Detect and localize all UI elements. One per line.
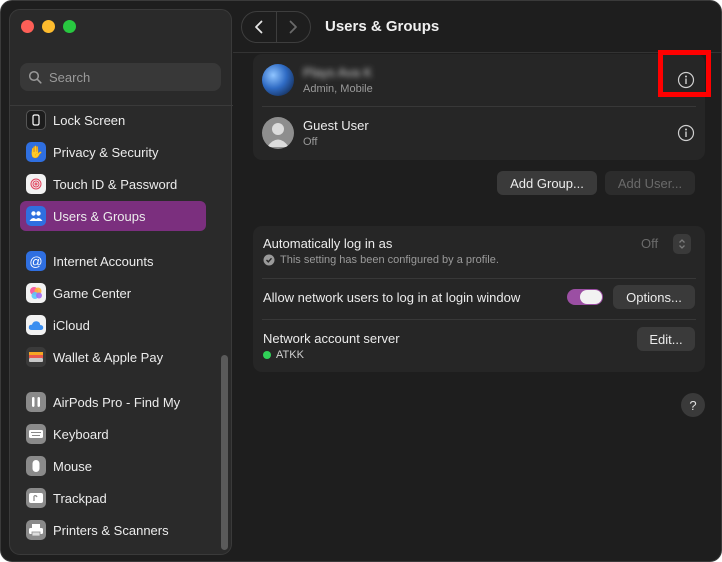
add-user-button[interactable]: Add User... <box>605 171 695 195</box>
help-button[interactable]: ? <box>681 393 705 417</box>
sidebar-scrollbar[interactable] <box>221 355 228 550</box>
options-button[interactable]: Options... <box>613 285 695 309</box>
user-role: Admin, Mobile <box>303 83 373 95</box>
sidebar-item-icloud[interactable]: iCloud <box>20 310 205 340</box>
user-name: Guest User <box>303 118 369 133</box>
forward-button[interactable] <box>276 12 310 42</box>
sidebar-item-privacy-security[interactable]: ✋ Privacy & Security <box>20 137 205 167</box>
search-icon <box>28 70 42 84</box>
sidebar-item-label: Keyboard <box>53 426 109 442</box>
trackpad-icon <box>26 488 46 508</box>
airpods-icon <box>26 392 46 412</box>
sidebar-item-label: Mouse <box>53 458 93 474</box>
sidebar-item-wallet[interactable]: Wallet & Apple Pay <box>20 342 205 372</box>
sidebar-item-internet-accounts[interactable]: @ Internet Accounts <box>20 246 205 276</box>
mouse-icon <box>26 456 46 476</box>
info-icon[interactable] <box>677 124 695 142</box>
printer-icon <box>26 520 46 540</box>
sidebar-item-label: Touch ID & Password <box>53 176 178 192</box>
users-icon <box>26 206 46 226</box>
page-title: Users & Groups <box>325 18 440 35</box>
nav-buttons <box>241 11 311 43</box>
profile-note: This setting has been configured by a pr… <box>263 254 499 266</box>
user-row-guest[interactable]: Guest User Off <box>253 107 705 159</box>
sidebar-item-keyboard[interactable]: Keyboard <box>20 419 205 449</box>
users-list: Plays Ava K Admin, Mobile Guest User Off <box>253 54 705 160</box>
sidebar-item-mouse[interactable]: Mouse <box>20 451 205 481</box>
close-window-button[interactable] <box>21 20 34 33</box>
minimize-window-button[interactable] <box>42 20 55 33</box>
user-status: Off <box>303 136 318 148</box>
chevron-updown-icon <box>679 239 685 249</box>
profile-note-text: This setting has been configured by a pr… <box>280 254 499 266</box>
sidebar: Search Lock Screen ✋ Privacy & Security … <box>9 9 233 555</box>
cloud-icon <box>26 315 46 335</box>
toolbar-divider <box>233 52 721 53</box>
chevron-right-icon <box>289 20 298 34</box>
keyboard-icon <box>26 424 46 444</box>
sidebar-item-label: Internet Accounts <box>53 253 154 269</box>
user-name: Plays Ava K <box>303 65 373 80</box>
chevron-left-icon <box>254 20 263 34</box>
highlight-box <box>658 50 711 97</box>
at-icon: @ <box>26 251 46 271</box>
zoom-window-button[interactable] <box>63 20 76 33</box>
hand-icon: ✋ <box>26 142 46 162</box>
network-server-name: ATKK <box>276 349 304 361</box>
sidebar-item-trackpad[interactable]: Trackpad <box>20 483 205 513</box>
sidebar-item-lock-screen[interactable]: Lock Screen <box>20 105 205 135</box>
sidebar-item-label: Lock Screen <box>53 112 126 128</box>
avatar <box>262 64 294 96</box>
wallet-icon <box>26 347 46 367</box>
back-button[interactable] <box>242 12 276 42</box>
sidebar-item-users-groups[interactable]: Users & Groups <box>20 201 206 231</box>
add-group-button[interactable]: Add Group... <box>497 171 597 195</box>
sidebar-item-label: Wallet & Apple Pay <box>53 349 164 365</box>
checkmark-seal-icon <box>263 254 275 266</box>
search-placeholder: Search <box>49 69 91 85</box>
sidebar-item-label: iCloud <box>53 317 90 333</box>
user-row-admin[interactable]: Plays Ava K Admin, Mobile <box>253 54 705 106</box>
auto-login-popup[interactable] <box>673 234 691 254</box>
fingerprint-icon <box>26 174 46 194</box>
lock-screen-icon <box>26 110 46 130</box>
network-users-label: Allow network users to log in at login w… <box>263 290 521 305</box>
window-controls <box>21 20 76 33</box>
login-settings: Automatically log in as This setting has… <box>253 226 705 372</box>
sidebar-item-label: Privacy & Security <box>53 144 159 160</box>
sidebar-item-label: Game Center <box>53 285 132 301</box>
network-users-toggle[interactable] <box>567 289 603 305</box>
sidebar-item-touch-id[interactable]: Touch ID & Password <box>20 169 205 199</box>
sidebar-item-label: Trackpad <box>53 490 107 506</box>
status-dot-icon <box>263 351 271 359</box>
sidebar-item-game-center[interactable]: Game Center <box>20 278 205 308</box>
avatar <box>262 117 294 149</box>
search-input[interactable]: Search <box>20 63 221 91</box>
sidebar-item-label: Printers & Scanners <box>53 522 169 538</box>
row-divider <box>262 319 696 320</box>
auto-login-value: Off <box>641 236 659 251</box>
settings-window: Search Lock Screen ✋ Privacy & Security … <box>0 0 722 562</box>
row-divider <box>262 278 696 279</box>
sidebar-item-label: Users & Groups <box>53 208 146 224</box>
network-server-status: ATKK <box>263 349 304 361</box>
toggle-knob <box>580 290 602 304</box>
network-server-label: Network account server <box>263 331 400 346</box>
sidebar-item-printers[interactable]: Printers & Scanners <box>20 515 205 545</box>
edit-button[interactable]: Edit... <box>637 327 695 351</box>
game-center-icon <box>26 283 46 303</box>
auto-login-label: Automatically log in as <box>263 236 393 251</box>
sidebar-item-label: AirPods Pro - Find My <box>53 394 181 410</box>
sidebar-item-airpods[interactable]: AirPods Pro - Find My <box>20 387 205 417</box>
